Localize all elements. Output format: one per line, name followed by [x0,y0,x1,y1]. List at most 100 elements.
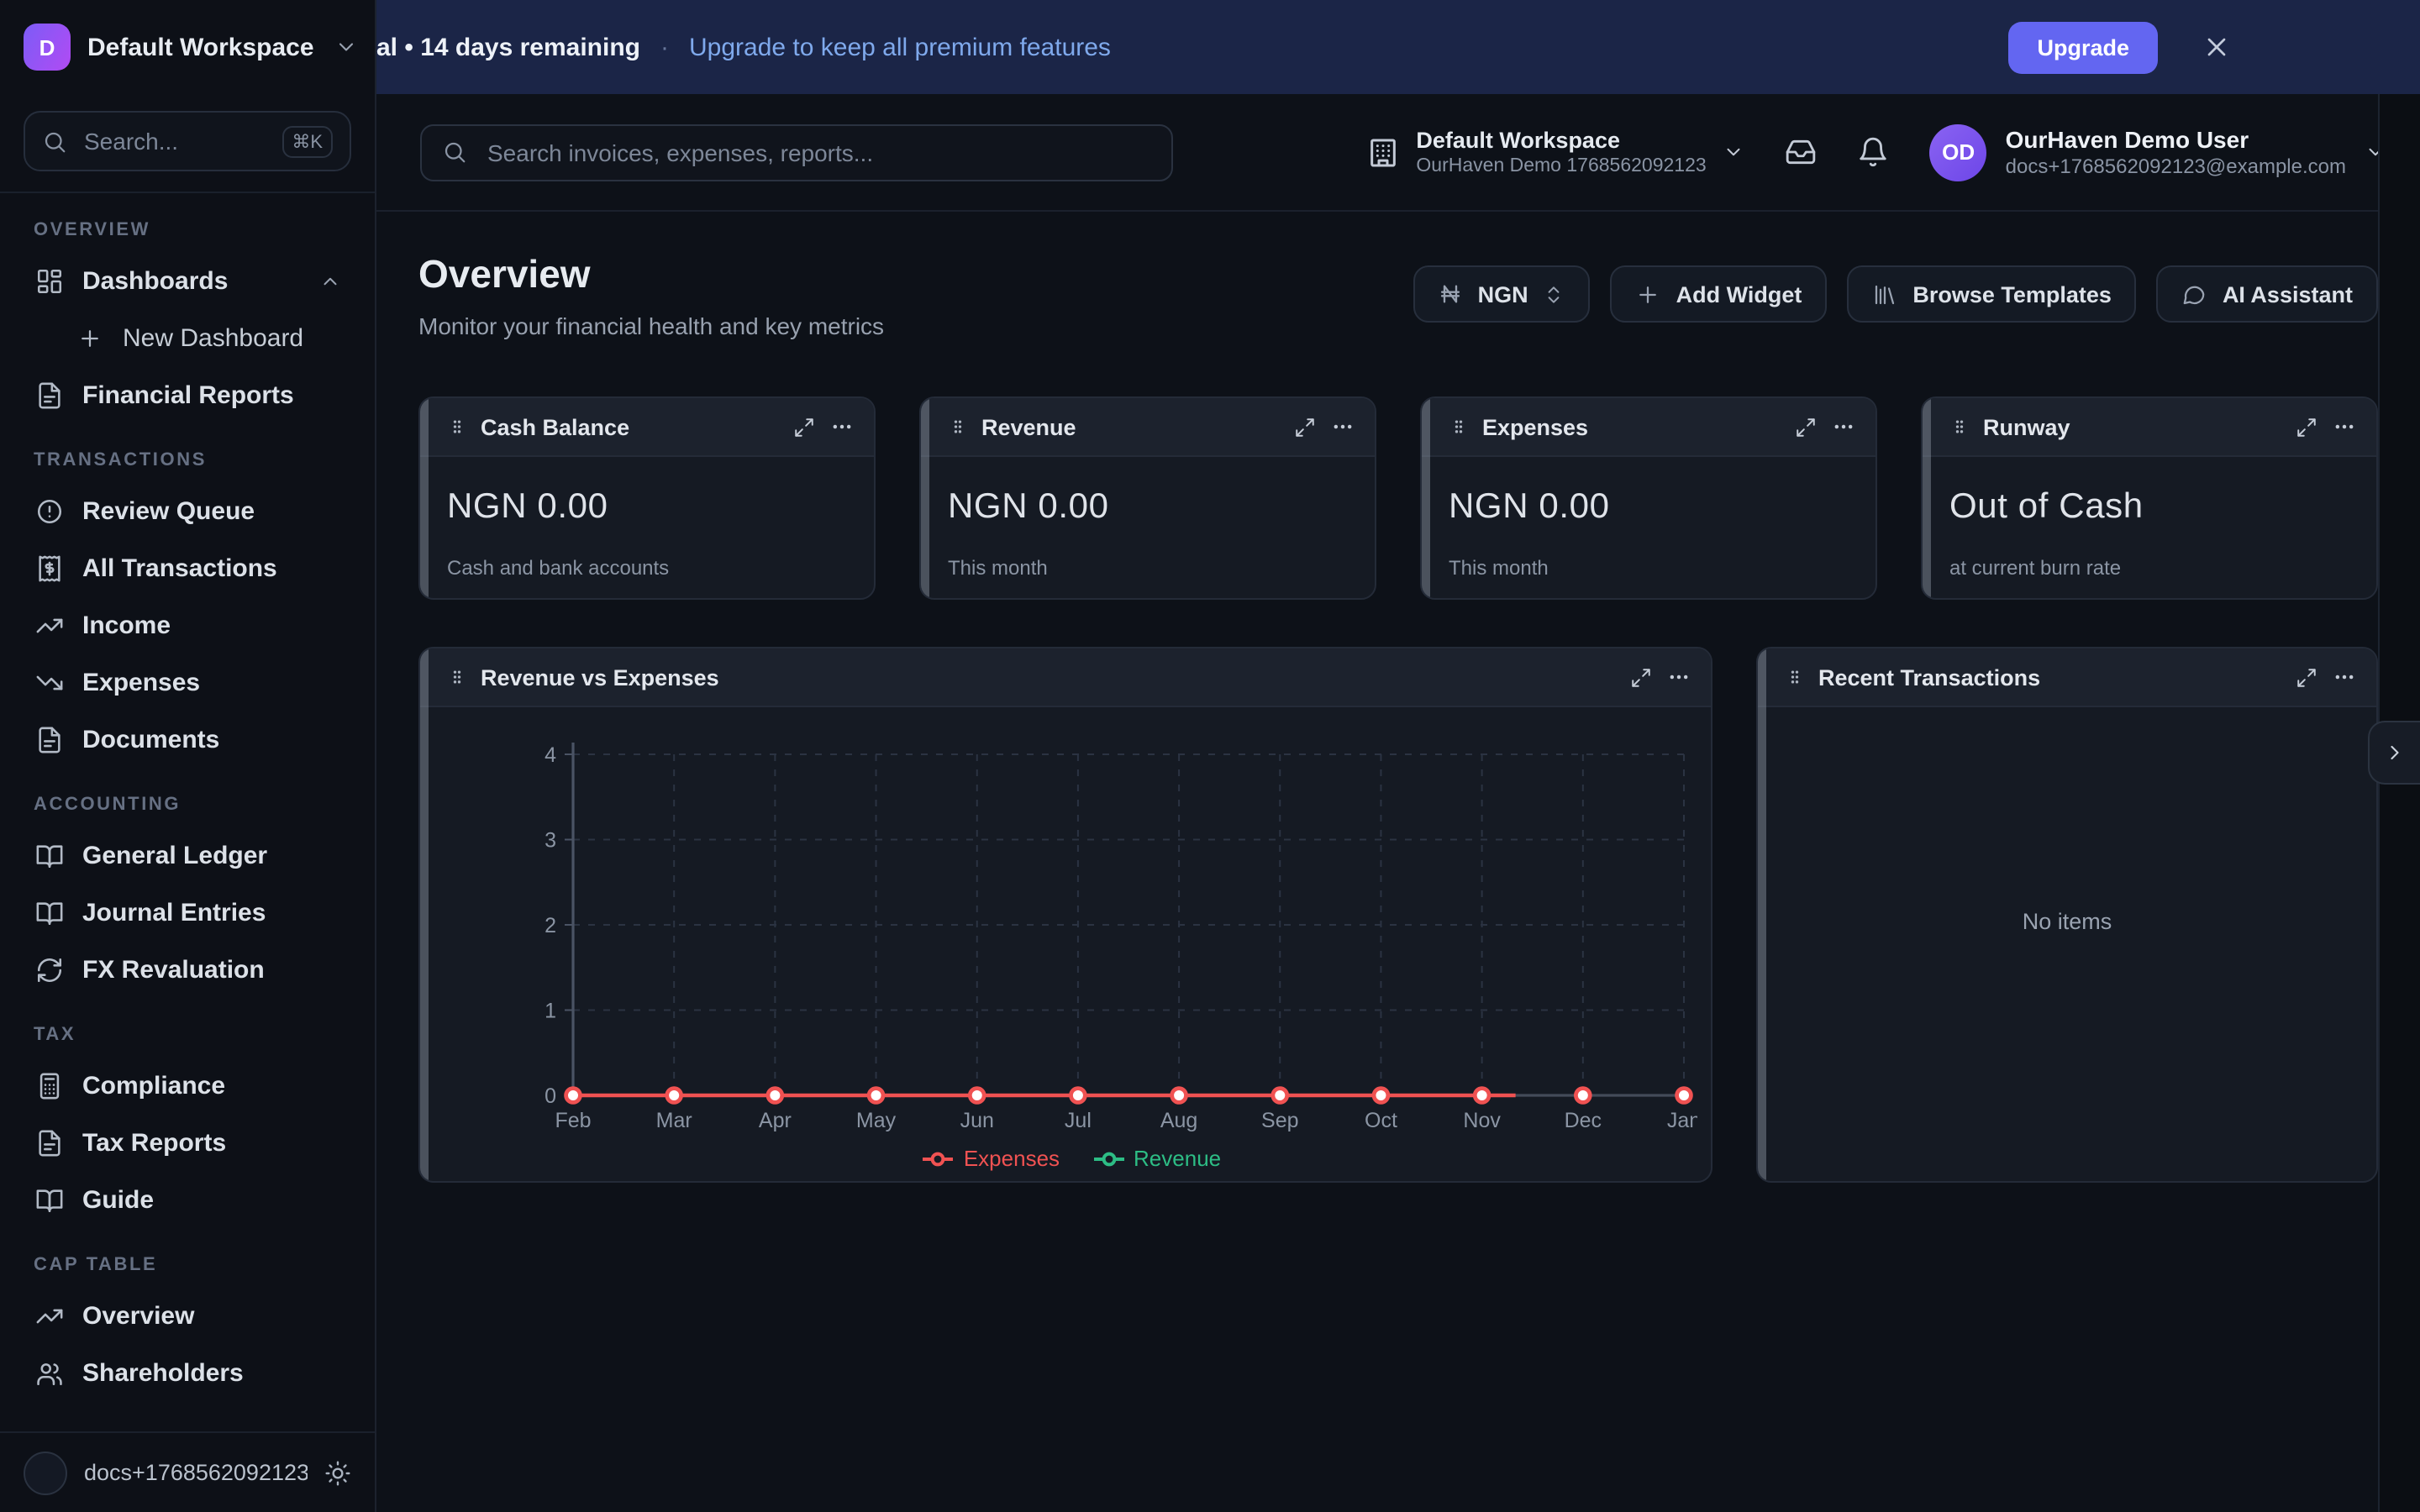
sidebar-item-financial-reports[interactable]: Financial Reports [17,366,358,423]
expand-widget-button[interactable] [793,416,815,438]
chevron-up-icon [319,270,341,291]
drag-handle-icon[interactable] [1450,415,1467,438]
right-panel-rail [2378,94,2420,1512]
sidebar-search-input[interactable] [81,126,268,156]
svg-text:Aug: Aug [1160,1109,1197,1132]
widget-resize-strip[interactable] [420,398,429,598]
widget-menu-button[interactable] [830,415,854,438]
sidebar: D Default Workspace ⌘K OVERVIEW Dashboar… [0,0,376,1512]
file-text-icon [34,1128,64,1157]
users-icon [34,1358,64,1387]
svg-text:Nov: Nov [1463,1109,1501,1132]
stat-caption: Cash and bank accounts [447,556,847,580]
svg-text:Jan: Jan [1667,1109,1697,1132]
footer-email: docs+1768562092123... [84,1460,308,1485]
sidebar-item-fx-revaluation[interactable]: FX Revaluation [17,941,358,998]
main-header: Default Workspace OurHaven Demo 17685620… [376,94,2420,212]
inbox-button[interactable] [1786,136,1818,168]
chevrons-up-down-icon [1544,283,1565,305]
expand-widget-button[interactable] [2296,666,2317,688]
widget-menu-button[interactable] [1667,665,1691,689]
drag-handle-icon[interactable] [950,415,966,438]
header-workspace-selector[interactable]: Default Workspace OurHaven Demo 17685620… [1365,126,1744,178]
widget-revenue-vs-expenses: Revenue vs Expenses 01234FebMarAprMayJun… [418,647,1712,1183]
line-chart-canvas: 01234FebMarAprMayJunJulAugSepOctNovDecJa… [434,717,1711,1149]
stat-caption: This month [948,556,1348,580]
sidebar-item-documents[interactable]: Documents [17,711,358,768]
sidebar-item-shareholders[interactable]: Shareholders [17,1344,358,1401]
widget-resize-strip[interactable] [1923,398,1931,598]
sidebar-item-compliance[interactable]: Compliance [17,1057,358,1114]
sidebar-item-journal-entries[interactable]: Journal Entries [17,884,358,941]
plus-icon [1636,281,1661,307]
sidebar-item-general-ledger[interactable]: General Ledger [17,827,358,884]
svg-text:3: 3 [544,829,556,853]
widget-revenue: Revenue NGN 0.00 This month [919,396,1376,600]
widget-menu-button[interactable] [2333,415,2356,438]
drag-handle-icon[interactable] [1951,415,1968,438]
widget-resize-strip[interactable] [420,648,429,1181]
sidebar-item-dashboards[interactable]: Dashboards [17,252,358,309]
sidebar-item-income[interactable]: Income [17,596,358,654]
receipt-icon [34,554,64,582]
dashboard-grid-icon [34,266,64,295]
expand-widget-button[interactable] [2296,416,2317,438]
expand-widget-button[interactable] [1795,416,1817,438]
sidebar-item-new-dashboard[interactable]: New Dashboard [17,309,358,366]
svg-text:Apr: Apr [759,1109,792,1132]
sidebar-item-all-transactions[interactable]: All Transactions [17,539,358,596]
browse-templates-button[interactable]: Browse Templates [1847,265,2137,323]
book-open-icon [34,1185,64,1214]
widget-menu-button[interactable] [1331,415,1355,438]
drag-handle-icon[interactable] [1786,665,1803,689]
chart-legend: ExpensesRevenue [434,1146,1711,1171]
svg-text:4: 4 [544,743,556,767]
theme-toggle-button[interactable] [324,1459,351,1486]
svg-text:Feb: Feb [555,1109,591,1132]
global-search[interactable] [420,123,1173,181]
legend-item: Revenue [1093,1146,1221,1171]
expand-widget-button[interactable] [1630,666,1652,688]
widget-menu-button[interactable] [2333,665,2356,689]
chevron-down-icon [334,35,358,59]
widget-resize-strip[interactable] [1758,648,1766,1181]
sidebar-item-captable-overview[interactable]: Overview [17,1287,358,1344]
plus-icon [74,325,104,350]
user-menu[interactable]: OD OurHaven Demo User docs+1768562092123… [1930,123,2386,181]
upgrade-link[interactable]: Upgrade to keep all premium features [689,33,1111,61]
sidebar-search[interactable]: ⌘K [24,111,351,171]
svg-text:Sep: Sep [1261,1109,1298,1132]
drag-handle-icon[interactable] [449,665,466,689]
svg-text:0: 0 [544,1084,556,1108]
svg-text:2: 2 [544,914,556,937]
chat-bubble-icon [2182,281,2207,307]
svg-text:Jun: Jun [960,1109,994,1132]
sidebar-item-expenses[interactable]: Expenses [17,654,358,711]
user-name: OurHaven Demo User [2006,124,2346,155]
workspace-switcher[interactable]: D Default Workspace [0,0,375,94]
widget-resize-strip[interactable] [921,398,929,598]
widget-menu-button[interactable] [1832,415,1855,438]
page-title: Overview [418,249,884,299]
sidebar-item-tax-reports[interactable]: Tax Reports [17,1114,358,1171]
close-banner-button[interactable] [2202,32,2232,62]
add-widget-button[interactable]: Add Widget [1611,265,1828,323]
header-workspace-org: OurHaven Demo 1768562092123 [1416,155,1706,178]
open-panel-button[interactable] [2368,721,2420,785]
stat-caption: This month [1449,556,1849,580]
expand-widget-button[interactable] [1294,416,1316,438]
notifications-button[interactable] [1858,136,1890,168]
currency-select[interactable]: NGN [1414,265,1591,323]
svg-text:May: May [856,1109,897,1132]
widget-resize-strip[interactable] [1422,398,1430,598]
sidebar-footer: docs+1768562092123... [0,1431,375,1512]
ai-assistant-button[interactable]: AI Assistant [2157,265,2378,323]
section-label-overview: OVERVIEW [34,220,341,240]
svg-text:Mar: Mar [656,1109,692,1132]
drag-handle-icon[interactable] [449,415,466,438]
svg-text:1: 1 [544,1000,556,1023]
sidebar-item-review-queue[interactable]: Review Queue [17,482,358,539]
upgrade-button[interactable]: Upgrade [2008,21,2158,73]
sidebar-item-guide[interactable]: Guide [17,1171,358,1228]
global-search-input[interactable] [484,137,1151,167]
